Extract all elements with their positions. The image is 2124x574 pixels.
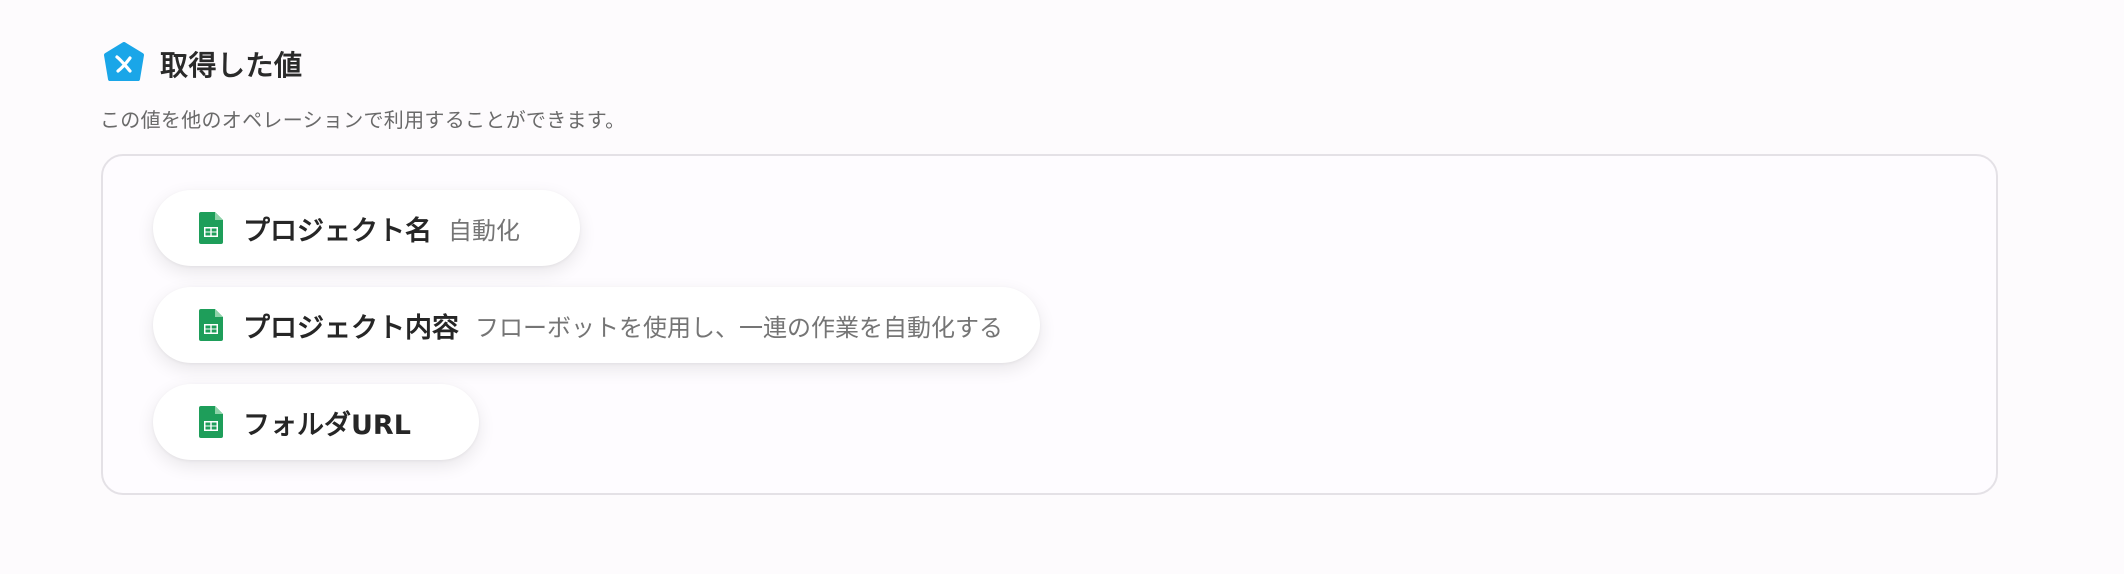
- value-label: プロジェクト名: [243, 215, 432, 247]
- value-chip-project-content[interactable]: プロジェクト内容 フローボットを使用し、一連の作業を自動化する: [153, 287, 1040, 363]
- acquired-values-card: プロジェクト名 自動化 プロジェクト内容 フローボットを使用し、一連の作業を自動…: [101, 154, 1998, 495]
- google-sheets-icon: [199, 406, 223, 438]
- value-chip-folder-url[interactable]: フォルダURL: [153, 384, 479, 460]
- value-text: 自動化: [448, 216, 520, 245]
- value-text: フローボットを使用し、一連の作業を自動化する: [475, 313, 1003, 342]
- yoom-logo-icon: [104, 42, 144, 81]
- section-header: 取得した値: [102, 42, 303, 86]
- value-label: フォルダURL: [243, 409, 411, 441]
- section-title: 取得した値: [160, 49, 303, 82]
- google-sheets-icon: [199, 309, 223, 341]
- value-chip-project-name[interactable]: プロジェクト名 自動化: [153, 190, 580, 266]
- value-label: プロジェクト内容: [243, 312, 459, 344]
- google-sheets-icon: [199, 212, 223, 244]
- section-subtitle: この値を他のオペレーションで利用することができます。: [100, 108, 626, 132]
